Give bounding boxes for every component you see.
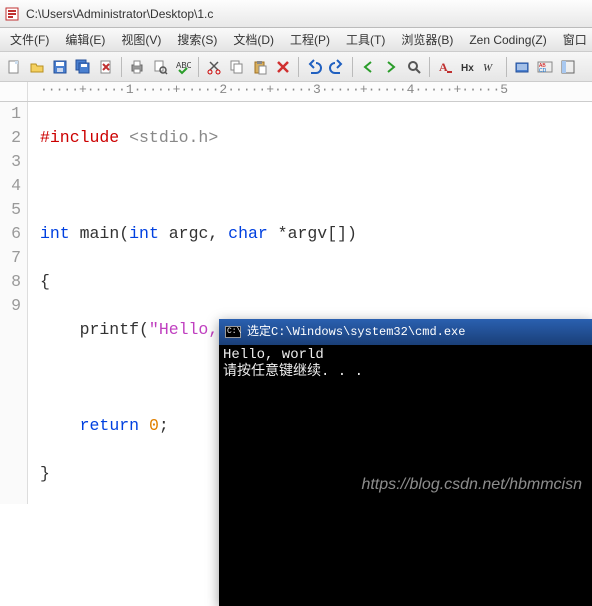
line-gutter: 1 2 3 4 5 6 7 8 9 — [0, 102, 28, 504]
tok: printf( — [40, 320, 149, 339]
menu-zen[interactable]: Zen Coding(Z) — [463, 31, 552, 49]
console-line: Hello, world — [223, 347, 588, 364]
line-number: 9 — [0, 294, 21, 318]
tok: ; — [159, 416, 169, 435]
toolbar-separator — [121, 57, 122, 77]
ruler-text: ·····+·····1·····+·····2·····+·····3····… — [28, 82, 508, 101]
compile-icon[interactable] — [512, 57, 532, 77]
save-icon[interactable] — [50, 57, 70, 77]
menu-document[interactable]: 文档(D) — [227, 29, 280, 50]
menu-search[interactable]: 搜索(S) — [171, 29, 223, 50]
console-line: 请按任意键继续. . . — [223, 364, 588, 381]
tok-keyword: int — [129, 224, 159, 243]
toolbar-separator — [429, 57, 430, 77]
print-icon[interactable] — [127, 57, 147, 77]
menu-file[interactable]: 文件(F) — [4, 29, 55, 50]
toolbar: ABC A Hx W ABCD — [0, 52, 592, 82]
close-file-icon[interactable] — [96, 57, 116, 77]
new-file-icon[interactable] — [4, 57, 24, 77]
tok-include: <stdio.h> — [129, 128, 218, 147]
menu-window[interactable]: 窗口 — [557, 29, 592, 50]
toolbar-separator — [198, 57, 199, 77]
svg-text:CD: CD — [539, 68, 547, 74]
line-number: 2 — [0, 126, 21, 150]
print-preview-icon[interactable] — [150, 57, 170, 77]
menu-project[interactable]: 工程(P) — [284, 29, 336, 50]
paste-icon[interactable] — [250, 57, 270, 77]
column-ruler: ·····+·····1·····+·····2·····+·····3····… — [0, 82, 592, 102]
tok: { — [40, 270, 592, 294]
title-bar: C:\Users\Administrator\Desktop\1.c — [0, 0, 592, 28]
nav-back-icon[interactable] — [358, 57, 378, 77]
open-folder-icon[interactable] — [27, 57, 47, 77]
find-icon[interactable] — [404, 57, 424, 77]
toolbar-separator — [352, 57, 353, 77]
console-window[interactable]: C:\ 选定 C:\Windows\system32\cmd.exe Hello… — [219, 319, 592, 606]
console-title-path: C:\Windows\system32\cmd.exe — [271, 320, 465, 344]
menu-bar: 文件(F) 编辑(E) 视图(V) 搜索(S) 文档(D) 工程(P) 工具(T… — [0, 28, 592, 52]
app-icon — [4, 6, 20, 22]
tok: main( — [70, 224, 129, 243]
tok-keyword: return — [80, 416, 139, 435]
spellcheck-icon[interactable]: ABC — [173, 57, 193, 77]
tok — [40, 416, 80, 435]
toolbar-separator — [506, 57, 507, 77]
line-number: 8 — [0, 270, 21, 294]
menu-tools[interactable]: 工具(T) — [340, 29, 391, 50]
font-icon[interactable]: A — [435, 57, 455, 77]
copy-icon[interactable] — [227, 57, 247, 77]
tok: argc, — [159, 224, 228, 243]
redo-icon[interactable] — [327, 57, 347, 77]
svg-text:W: W — [483, 62, 493, 74]
tok-keyword: int — [40, 224, 70, 243]
menu-browser[interactable]: 浏览器(B) — [395, 29, 459, 50]
svg-text:A: A — [439, 60, 448, 74]
hex-icon[interactable]: Hx — [458, 57, 478, 77]
word-wrap-icon[interactable]: W — [481, 57, 501, 77]
tok-keyword: char — [228, 224, 268, 243]
tok — [139, 416, 149, 435]
undo-icon[interactable] — [304, 57, 324, 77]
title-path: C:\Users\Administrator\Desktop\1.c — [26, 7, 213, 21]
line-number: 4 — [0, 174, 21, 198]
line-number: 3 — [0, 150, 21, 174]
console-titlebar[interactable]: C:\ 选定 C:\Windows\system32\cmd.exe — [219, 319, 592, 345]
line-number: 1 — [0, 102, 21, 126]
svg-text:ABC: ABC — [176, 61, 191, 70]
nav-fwd-icon[interactable] — [381, 57, 401, 77]
delete-icon[interactable] — [273, 57, 293, 77]
panel-icon[interactable] — [558, 57, 578, 77]
tok-number: 0 — [149, 416, 159, 435]
console-title-prefix: 选定 — [247, 320, 271, 344]
charset-icon[interactable]: ABCD — [535, 57, 555, 77]
toolbar-separator — [298, 57, 299, 77]
tok: *argv[]) — [268, 224, 357, 243]
line-number: 7 — [0, 246, 21, 270]
cmd-icon: C:\ — [225, 326, 241, 338]
tok-preproc: #include — [40, 128, 119, 147]
save-all-icon[interactable] — [73, 57, 93, 77]
line-number: 6 — [0, 222, 21, 246]
svg-text:Hx: Hx — [461, 63, 474, 74]
cut-icon[interactable] — [204, 57, 224, 77]
menu-view[interactable]: 视图(V) — [115, 29, 167, 50]
menu-edit[interactable]: 编辑(E) — [59, 29, 111, 50]
code-editor[interactable]: 1 2 3 4 5 6 7 8 9 #include <stdio.h> int… — [0, 102, 592, 504]
console-output[interactable]: Hello, world请按任意键继续. . . — [219, 345, 592, 606]
line-number: 5 — [0, 198, 21, 222]
